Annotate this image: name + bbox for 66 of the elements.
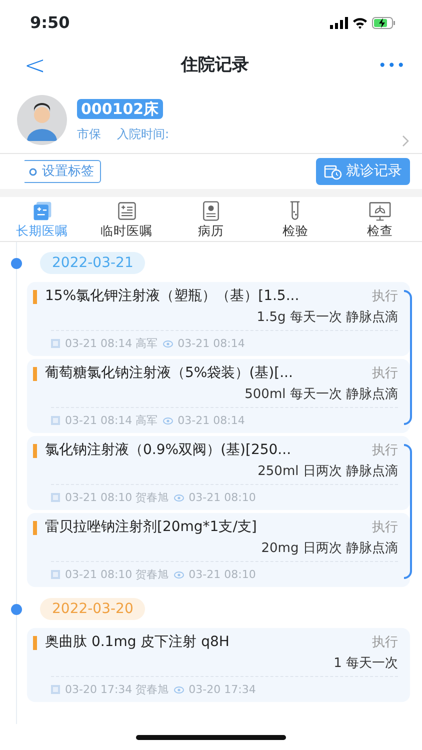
- chevron-right-icon[interactable]: [402, 135, 410, 147]
- order-name: 氯化钠注射液（0.9%双阀）(基)[250...: [45, 441, 292, 460]
- order-created: 03-21 08:14 高军: [65, 413, 158, 429]
- lung-monitor-icon: [368, 200, 391, 222]
- order-reviewed: 03-21 08:10: [188, 567, 256, 583]
- timeline-dot: [11, 604, 22, 614]
- order-name: 15%氯化钾注射液（塑瓶）（基）[1.5...: [45, 287, 300, 306]
- eye-icon: [174, 570, 184, 578]
- eye-icon: [174, 686, 184, 694]
- more-button[interactable]: •••: [378, 56, 406, 76]
- date-chip: 2022-03-21: [40, 252, 146, 274]
- tab[interactable]: 临时医嘱: [84, 197, 169, 241]
- order-form-icon: [116, 200, 138, 222]
- order-status: 执行: [372, 442, 398, 460]
- order-marker: [33, 520, 37, 534]
- order-name: 奥曲肽 0.1mg 皮下注射 q8H: [45, 633, 230, 652]
- tab[interactable]: 病历: [168, 197, 254, 241]
- doctor-icon: [51, 493, 60, 502]
- order-reviewed: 03-20 17:34: [188, 682, 256, 698]
- timeline-dot: [11, 258, 22, 268]
- eye-icon: [162, 340, 173, 348]
- order-marker: [33, 636, 37, 650]
- back-button[interactable]: <: [18, 53, 52, 79]
- order-created: 03-21 08:10 贺春旭: [65, 490, 169, 506]
- eye-icon: [162, 416, 173, 424]
- signal-icon: [330, 17, 348, 29]
- calendar-clock-icon: [324, 164, 342, 180]
- order-reviewed: 03-21 08:14: [178, 413, 245, 429]
- order-reviewed: 03-21 08:14: [178, 336, 245, 352]
- circle-icon: [29, 168, 37, 176]
- eye-icon: [174, 494, 184, 502]
- doctor-icon: [51, 339, 60, 348]
- tab[interactable]: 检验: [253, 197, 338, 241]
- order-created: 03-21 08:10 贺春旭: [65, 567, 169, 583]
- visit-record-button[interactable]: 就诊记录: [316, 158, 410, 185]
- order-status: 执行: [372, 288, 398, 306]
- tab[interactable]: 检查: [338, 197, 422, 241]
- order-dosage: 500ml 每天一次 静脉点滴: [244, 386, 398, 404]
- order-marker: [33, 290, 37, 304]
- order-status: 执行: [372, 519, 398, 537]
- order-name: 葡萄糖氯化钠注射液（5%袋装）(基)[...: [45, 364, 294, 383]
- bed-number: 000102床: [77, 98, 163, 118]
- order-sheet-icon: [31, 200, 54, 222]
- order-dosage: 250ml 日两次 静脉点滴: [256, 463, 398, 481]
- page-title: 住院记录: [181, 54, 249, 78]
- order-reviewed: 03-21 08:10: [188, 490, 256, 506]
- tab[interactable]: 长期医嘱: [0, 197, 84, 241]
- order-status: 执行: [372, 634, 398, 652]
- date-chip: 2022-03-20: [40, 598, 146, 620]
- order-status: 执行: [372, 365, 398, 383]
- order-marker: [33, 444, 37, 458]
- doctor-icon: [51, 685, 60, 694]
- insurance-type: 市保: [77, 126, 101, 142]
- order-marker: [33, 366, 37, 380]
- status-time: 9:50: [30, 12, 70, 34]
- order-dosage: 1.5g 每天一次 静脉点滴: [256, 309, 398, 327]
- order-created: 03-21 08:14 高军: [65, 336, 158, 352]
- doctor-icon: [51, 416, 60, 425]
- doctor-icon: [51, 570, 60, 579]
- wifi-icon: [352, 17, 368, 29]
- order-dosage: 20mg 日两次 静脉点滴: [260, 540, 398, 558]
- order-created: 03-20 17:34 贺春旭: [65, 682, 169, 698]
- order-name: 雷贝拉唑钠注射剂[20mg*1支/支]: [45, 518, 258, 537]
- order-dosage: 1 每天一次: [332, 655, 398, 673]
- admission-time-label: 入院时间:: [117, 126, 170, 142]
- battery-icon: [372, 17, 396, 29]
